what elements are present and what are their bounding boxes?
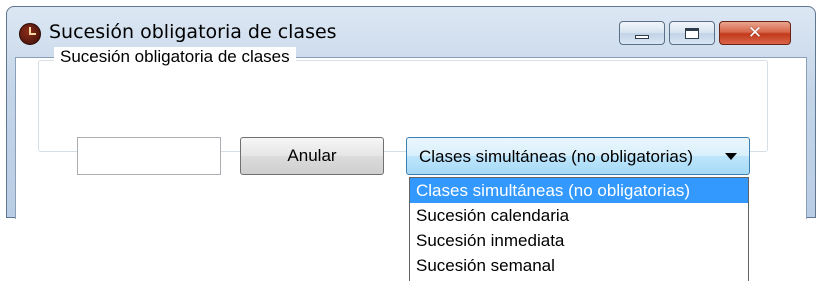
minimize-icon <box>635 35 649 39</box>
minimize-button[interactable] <box>619 21 665 45</box>
close-button[interactable]: ✕ <box>719 21 791 45</box>
dropdown-option[interactable]: Sucesión inmediata <box>410 228 748 253</box>
value-input[interactable] <box>77 137 221 175</box>
close-icon: ✕ <box>747 22 763 43</box>
dropdown-option[interactable]: Sucesión calendaria <box>410 203 748 228</box>
select-current-value: Clases simultáneas (no obligatorias) <box>419 147 694 166</box>
window-title: Sucesión obligatoria de clases <box>49 21 337 43</box>
group-box-legend: Sucesión obligatoria de clases <box>54 47 296 67</box>
dropdown-option[interactable]: Clases simultáneas (no obligatorias) <box>410 178 748 203</box>
chevron-down-icon[interactable] <box>725 153 737 160</box>
sequence-type-select[interactable]: Clases simultáneas (no obligatorias) <box>406 137 750 175</box>
select-dropdown-list: Clases simultáneas (no obligatorias) Suc… <box>409 177 749 281</box>
maximize-button[interactable] <box>669 21 715 45</box>
clock-icon <box>19 23 41 45</box>
anular-button[interactable]: Anular <box>240 137 384 175</box>
dropdown-option[interactable]: Sucesión semanal <box>410 253 748 278</box>
maximize-icon <box>685 27 699 39</box>
